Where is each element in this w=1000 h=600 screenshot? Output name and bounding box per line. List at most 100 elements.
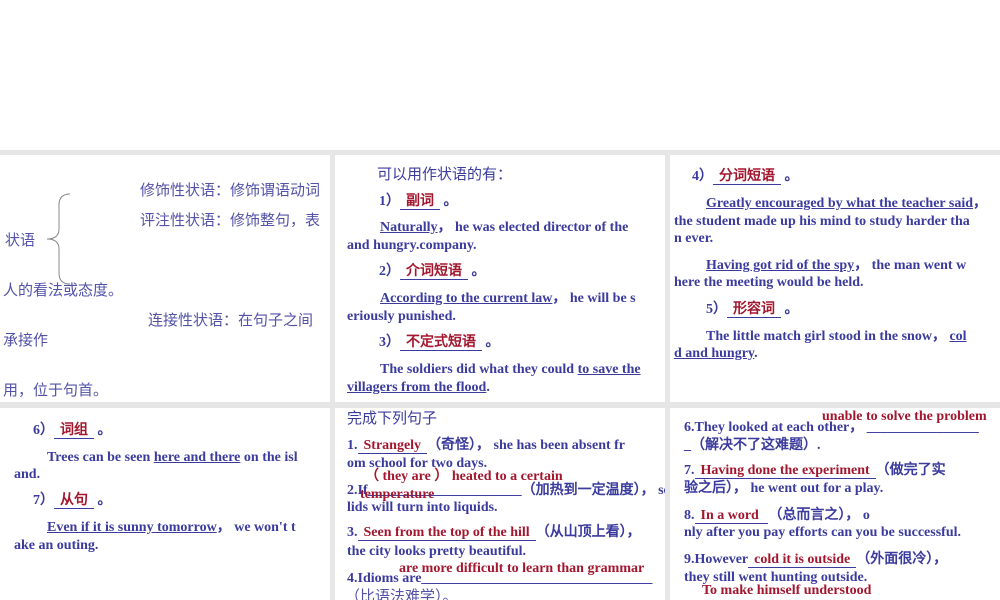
text-segment: and hungry.company. [347, 238, 477, 253]
slide-adverbial-forms-1: 可以用作状语的有： 1） 副词 。 Naturally， he was elect… [335, 155, 665, 402]
example-line: n ever. [674, 230, 713, 248]
underlined-text: According to the current law [380, 291, 553, 306]
text-segment: 验之后）， he went out for a play. [684, 481, 884, 496]
example-line: d and hungry. [674, 345, 758, 363]
answer-text: 介词短语 [400, 264, 468, 280]
slide-adverbial-types: 修饰性状语：修饰谓语动词 评注性状语：修饰整句，表 状语 人的看法或态度。 连接… [0, 155, 330, 402]
example-line: The little match girl stood in the snow，… [706, 328, 967, 346]
underlined-text: d and hungry [674, 346, 755, 361]
answer-text: 词组 [54, 423, 94, 439]
text-segment: here the meeting would be held. [674, 275, 864, 290]
item-6: 6） 词组 。 [33, 422, 112, 440]
text-segment: ， he will be s [552, 291, 636, 306]
exercise-line: 验之后）， he went out for a play. [684, 480, 883, 498]
text-segment: 6） [33, 423, 54, 438]
text-segment: 5） [706, 302, 727, 317]
text-segment: and. [14, 467, 41, 482]
text-segment: （奇怪）， she has been absent fr [427, 438, 626, 453]
slide-exercise-2: unable to solve the problem 6.They looke… [670, 408, 1000, 600]
item-3: 3） 不定式短语 。 [379, 334, 500, 352]
text-segment: （比语法难学）。 [345, 589, 458, 600]
underlined-text: to save the [577, 362, 641, 377]
underlined-text: Having got rid of the spy [706, 258, 855, 273]
exercise-line: nly after you pay efforts can you be suc… [684, 524, 961, 542]
exercise-line: the city looks pretty beautiful. [347, 543, 526, 561]
text-segment: lids will turn into liquids. [347, 500, 498, 515]
exercise-3: 3. Seen from the top of the hill （从山顶上看）， [347, 524, 641, 542]
example-line: the student made up his mind to study ha… [674, 213, 970, 231]
answer-text: Strangely [357, 438, 428, 454]
example-line: According to the current law， he will be… [380, 290, 636, 308]
text-segment: 评注性状语：修饰整句，表 [140, 213, 321, 229]
item-7: 7） 从句 。 [33, 492, 112, 510]
answer-text: 分词短语 [713, 169, 781, 185]
example-line: Having got rid of the spy， the man went … [706, 257, 966, 275]
text-segment: nly after you pay efforts can you be suc… [684, 525, 962, 540]
text-segment: 3. [347, 525, 358, 540]
text-segment: 3） [379, 335, 400, 350]
answer-text: 副词 [400, 194, 440, 210]
text-segment: 7. [684, 463, 695, 478]
text-segment: 承接作 [3, 333, 49, 349]
example-line: The soldiers did what they could to save… [380, 361, 641, 379]
underlined-text: here and there [153, 450, 241, 465]
text-segment: 。 [440, 194, 458, 209]
example-line: and hungry.company. [347, 237, 477, 255]
text-segment: ， he was elected director of the [437, 220, 629, 235]
text-segment: 4.Idioms are____________________________… [347, 571, 653, 586]
example-line: villagers from the flood. [347, 379, 490, 397]
answer-text: In a word [694, 508, 769, 524]
text-line: 用，位于句首。 [3, 382, 108, 400]
text-segment: _（解决不了这难题）. [684, 438, 821, 453]
text-segment: 6.They looked at each other， ___________… [684, 420, 979, 435]
text-segment: the student made up his mind to study ha… [674, 214, 970, 229]
text-segment: n ever. [674, 231, 714, 246]
exercise-6: 6.They looked at each other， ___________… [684, 419, 979, 437]
exercise-line: _（解决不了这难题）. [684, 437, 821, 455]
slide-adverbial-forms-3: 6） 词组 。 Trees can be seen here and there … [0, 408, 330, 600]
adverbial-label: 状语 [5, 233, 36, 249]
text-segment: The soldiers did what they could [380, 362, 578, 377]
blank-header-area [0, 0, 1000, 150]
answer-text: cold it is outside [748, 552, 857, 568]
slide-adverbial-forms-2: 4） 分词短语 。 Greatly encouraged by what the … [670, 155, 1000, 402]
answer-text: 形容词 [727, 302, 781, 318]
text-line: 人的看法或态度。 [3, 282, 123, 300]
text-segment: 2） [379, 264, 400, 279]
text-segment: Trees can be seen [47, 450, 154, 465]
item-4: 4） 分词短语 。 [692, 168, 799, 186]
underlined-text: villagers from the flood [347, 380, 487, 395]
text-segment: the city looks pretty beautiful. [347, 544, 527, 559]
exercise-1: 1. Strangely （奇怪）， she has been absent fr [347, 437, 625, 455]
answer-text: Having done the experiment [694, 463, 876, 479]
example-line: Even if it is sunny tomorrow， we won't t [47, 519, 296, 537]
item-2: 2） 介词短语 。 [379, 263, 486, 281]
example-line: Greatly encouraged by what the teacher s… [706, 195, 987, 213]
text-segment: 1. [347, 438, 358, 453]
slide-exercise-1: 完成下列句子 1. Strangely （奇怪）， she has been abs… [335, 408, 665, 600]
underlined-text: Even if it is sunny tomorrow [47, 520, 217, 535]
exercise-7: 7. Having done the experiment （做完了实 [684, 462, 946, 480]
example-line: Trees can be seen here and there on the … [47, 449, 298, 467]
text-segment: ， the man went w [854, 258, 967, 273]
brace-icon [46, 193, 71, 285]
text-segment: . [754, 346, 758, 361]
text-segment: 9.However [684, 552, 749, 567]
text-segment: 人的看法或态度。 [3, 283, 124, 299]
text-segment: on the isl [240, 450, 298, 465]
text-segment: 7） [33, 493, 54, 508]
item-5: 5） 形容词 。 [706, 301, 799, 319]
example-line: eriously punished. [347, 308, 456, 326]
section-heading: 可以用作状语的有： [377, 166, 512, 184]
comment-adverbial-line: 评注性状语：修饰整句，表 [140, 212, 320, 230]
example-line: Naturally， he was elected director of th… [380, 219, 628, 237]
text-segment: 可以用作状语的有： [377, 167, 513, 183]
text-segment: 完成下列句子 [347, 411, 438, 427]
text-segment: （从山顶上看）， [535, 525, 641, 540]
text-segment: 8. [684, 508, 695, 523]
modifier-adverbial-line: 修饰性状语：修饰谓语动词 [140, 182, 320, 200]
answer-text: To make himself understood [702, 583, 872, 598]
connective-adverbial-line: 连接性状语：在句子之间 [148, 312, 313, 330]
text-line: 承接作 [3, 332, 48, 350]
answer-10: To make himself understood [702, 582, 871, 600]
